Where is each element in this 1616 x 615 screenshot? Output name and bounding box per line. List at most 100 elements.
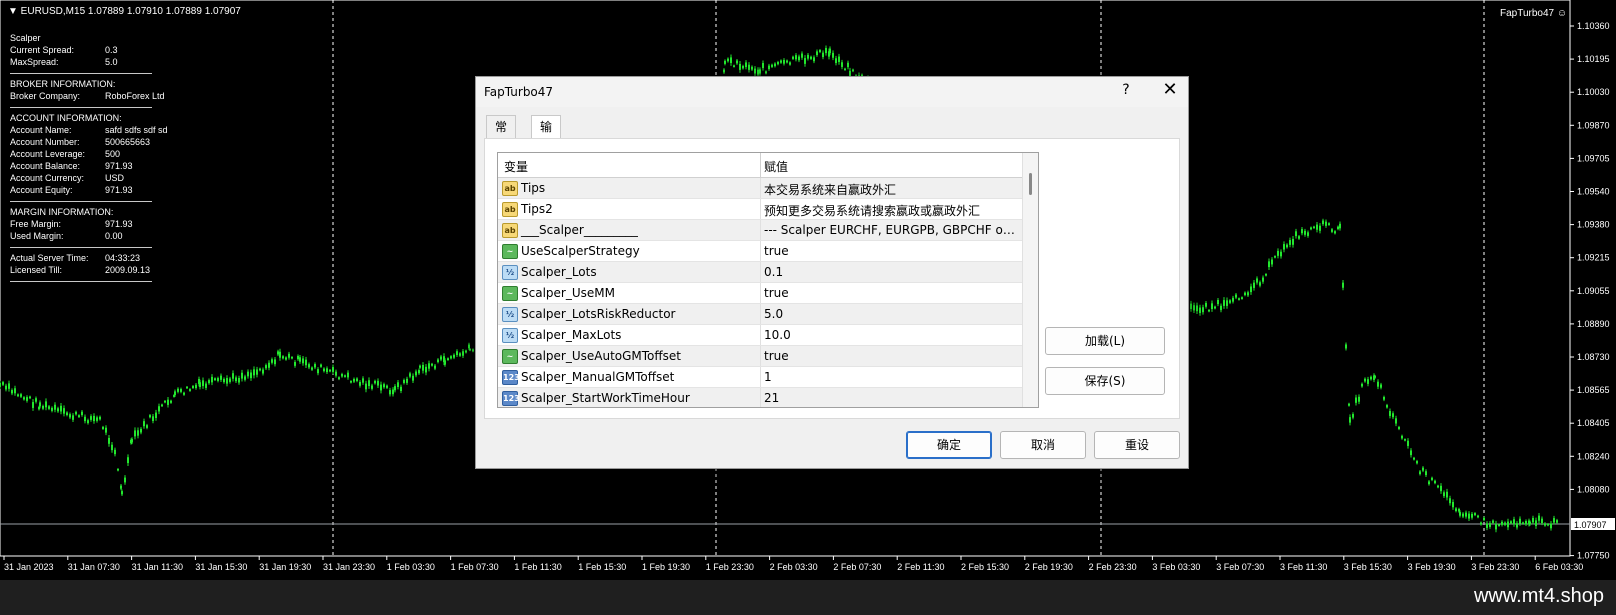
candle-body: [825, 48, 827, 54]
candle-body: [462, 351, 464, 356]
candle-body: [174, 391, 176, 396]
candle-body: [299, 357, 301, 362]
price-label: 1.09380: [1577, 220, 1610, 230]
candle-body: [170, 400, 172, 403]
candle-body: [403, 379, 405, 383]
save-button[interactable]: 保存(S): [1045, 367, 1165, 395]
candle-body: [1449, 498, 1451, 504]
candle-body: [26, 397, 28, 401]
dialog-titlebar[interactable]: FapTurbo47 ? ✕: [476, 77, 1188, 107]
candle-body: [353, 378, 355, 382]
candle-body: [1459, 512, 1461, 516]
parameter-name: Scalper_ManualGMToffset: [521, 370, 675, 384]
parameter-row[interactable]: ab Tips2 预知更多交易系统请搜索嬴政或嬴政外汇: [498, 199, 1022, 220]
candle-body: [1495, 523, 1497, 530]
candle-body: [1348, 403, 1350, 406]
time-label: 1 Feb 11:30: [514, 562, 561, 572]
time-label: 3 Feb 07:30: [1216, 562, 1264, 572]
help-icon[interactable]: ?: [1116, 82, 1136, 98]
grid-scrollbar[interactable]: [1022, 153, 1038, 407]
cell-divider: [760, 367, 761, 387]
candle-body: [127, 457, 129, 464]
parameter-row[interactable]: ~ Scalper_UseMM true: [498, 283, 1022, 304]
candle-body: [335, 371, 337, 376]
parameter-row[interactable]: ab Tips 本交易系统来自赢政外汇: [498, 178, 1022, 199]
parameter-value[interactable]: 预知更多交易系统请搜索嬴政或嬴政外汇: [764, 202, 1018, 219]
candle-body: [1271, 259, 1273, 265]
candle-body: [472, 349, 474, 352]
parameter-name: Scalper_Lots: [521, 265, 597, 279]
parameter-value[interactable]: 5.0: [764, 307, 1018, 321]
expert-advisor-name[interactable]: FapTurbo47 ☺: [1500, 8, 1567, 19]
candle-body: [365, 383, 367, 390]
candle-body: [29, 396, 31, 399]
candle-body: [1389, 411, 1391, 416]
candle-body: [1310, 227, 1312, 230]
candle-body: [1486, 523, 1488, 528]
parameter-value[interactable]: true: [764, 349, 1018, 363]
candle-body: [1443, 492, 1445, 497]
candle-body: [66, 412, 68, 416]
account-leverage: Account Leverage: 500: [10, 149, 121, 159]
parameter-value[interactable]: true: [764, 286, 1018, 300]
double-icon: ½: [502, 307, 518, 322]
parameters-grid: 变量 赋值 ab Tips 本交易系统来自赢政外汇 ab Tips2 预知更多交易系统请搜…: [497, 152, 1039, 408]
candle-body: [274, 359, 276, 365]
candle-body: [1434, 480, 1436, 484]
parameter-row[interactable]: ½ Scalper_MaxLots 10.0: [498, 325, 1022, 346]
parameter-row[interactable]: 123 Scalper_ManualGMToffset 1: [498, 367, 1022, 388]
parameter-row[interactable]: ab ___Scalper_________ --- Scalper EURCHF,…: [498, 220, 1022, 241]
parameter-row[interactable]: ~ Scalper_UseAutoGMToffset true: [498, 346, 1022, 367]
time-label: 31 Jan 23:30: [323, 562, 375, 572]
candle-body: [777, 62, 779, 65]
account-equity: Account Equity: 971.93: [10, 185, 133, 195]
tab-inputs[interactable]: 输入参数: [531, 115, 562, 200]
candle-body: [314, 364, 316, 368]
bool-icon: ~: [502, 286, 518, 301]
candle-body: [1253, 282, 1255, 288]
load-button[interactable]: 加载(L): [1045, 327, 1165, 355]
candle-body: [1205, 302, 1207, 307]
parameter-name: Scalper_LotsRiskReductor: [521, 307, 676, 321]
candle-body: [1452, 502, 1454, 508]
parameter-value[interactable]: 1: [764, 370, 1018, 384]
candle-body: [11, 390, 13, 394]
parameter-value[interactable]: 10.0: [764, 328, 1018, 342]
column-variable[interactable]: 变量: [504, 158, 528, 175]
parameter-value[interactable]: true: [764, 244, 1018, 258]
parameter-row[interactable]: ½ Scalper_LotsRiskReductor 5.0: [498, 304, 1022, 325]
time-label: 3 Feb 03:30: [1152, 562, 1200, 572]
parameter-row[interactable]: ½ Scalper_Lots 0.1: [498, 262, 1022, 283]
column-value[interactable]: 赋值: [764, 158, 788, 175]
parameter-row[interactable]: 123 Scalper_StartWorkTimeHour 21: [498, 388, 1022, 407]
close-icon[interactable]: ✕: [1158, 79, 1182, 100]
candle-body: [1313, 226, 1315, 229]
candle-body: [1244, 292, 1246, 296]
candle-body: [1383, 396, 1385, 400]
candle-body: [415, 371, 417, 376]
cancel-button[interactable]: 取消: [1000, 431, 1086, 459]
candle-body: [1355, 397, 1357, 403]
candle-body: [347, 372, 349, 378]
candle-body: [374, 380, 376, 384]
candle-body: [63, 408, 65, 414]
candle-body: [131, 438, 133, 443]
parameter-value[interactable]: 0.1: [764, 265, 1018, 279]
column-divider[interactable]: [760, 153, 761, 177]
reset-button[interactable]: 重设: [1094, 431, 1180, 459]
candle-body: [51, 407, 53, 411]
parameter-value[interactable]: --- Scalper EURCHF, EURGPB, GBPCHF or...: [764, 223, 1018, 237]
candle-body: [1208, 309, 1210, 312]
ok-button[interactable]: 确定: [906, 431, 992, 459]
candle-body: [2, 382, 4, 385]
tab-common[interactable]: 常用: [486, 115, 517, 156]
parameter-name: Scalper_MaxLots: [521, 328, 622, 342]
candle-body: [1419, 471, 1421, 475]
scroll-thumb[interactable]: [1029, 173, 1032, 195]
parameter-row[interactable]: ~ UseScalperStrategy true: [498, 241, 1022, 262]
parameter-value[interactable]: 21: [764, 391, 1018, 405]
candle-body: [730, 57, 732, 64]
candle-body: [377, 380, 379, 386]
candle-body: [117, 468, 119, 471]
parameter-value[interactable]: 本交易系统来自赢政外汇: [764, 181, 1018, 198]
